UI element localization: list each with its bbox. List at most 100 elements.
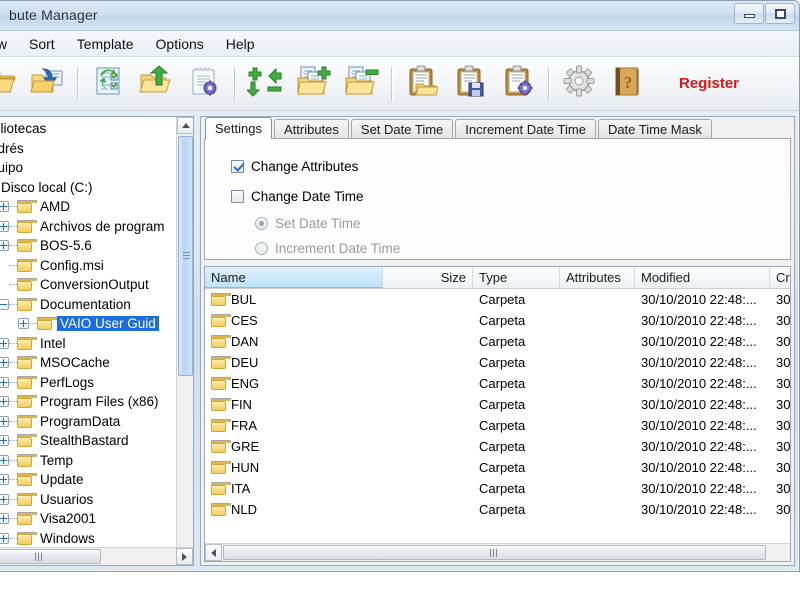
tree-item-usuarios[interactable]: Usuarios — [0, 490, 193, 510]
change-attributes-checkbox[interactable] — [231, 159, 244, 173]
menu-item-help[interactable]: Help — [215, 33, 266, 55]
tree-item-bibliotecas[interactable]: Bibliotecas — [0, 119, 193, 139]
column-header-created[interactable]: Created — [770, 267, 790, 288]
refresh-list-button[interactable] — [84, 61, 132, 107]
tree-scroll-thumb[interactable] — [178, 136, 193, 376]
tree-scroll-up-button[interactable] — [177, 117, 193, 134]
collapse-icon[interactable] — [0, 298, 9, 310]
column-header-attributes[interactable]: Attributes — [560, 267, 635, 288]
tab-increment-date-time[interactable]: Increment Date Time — [455, 119, 596, 139]
tree-item-equipo[interactable]: Equipo — [0, 158, 193, 178]
table-row[interactable]: NLD Carpeta 30/10/2010 22:48:... 30/10/2 — [205, 499, 790, 520]
table-row[interactable]: GRE Carpeta 30/10/2010 22:48:... 30/10/2 — [205, 436, 790, 457]
increment-date-time-radio[interactable] — [255, 242, 268, 255]
remove-files-button[interactable] — [337, 61, 385, 107]
help-button[interactable]: ? — [603, 61, 651, 107]
tree-hscroll-thumb[interactable] — [0, 549, 101, 564]
tree-hscroll-right-button[interactable] — [176, 548, 193, 565]
tree-item-perflogs[interactable]: PerfLogs — [0, 373, 193, 393]
register-link[interactable]: Register — [679, 75, 739, 92]
change-date-time-checkbox-row[interactable]: Change Date Time — [231, 181, 790, 211]
column-header-size[interactable]: Size — [383, 267, 473, 288]
new-template-button[interactable] — [398, 61, 446, 107]
table-row[interactable]: FRA Carpeta 30/10/2010 22:48:... 30/10/2 — [205, 415, 790, 436]
tree-item-config-msi[interactable]: Config.msi — [0, 256, 193, 276]
maximize-button[interactable] — [765, 3, 795, 24]
menu-item-iew[interactable]: iew — [0, 33, 18, 55]
tree-item-stealthbastard[interactable]: StealthBastard — [0, 431, 193, 451]
list-hscroll-left-button[interactable] — [205, 544, 222, 561]
tree-item-andr-s[interactable]: Andrés — [0, 139, 193, 159]
change-attributes-checkbox-row[interactable]: Change Attributes — [231, 151, 790, 181]
expand-icon[interactable] — [0, 435, 9, 447]
log-settings-button[interactable] — [180, 61, 228, 107]
table-row[interactable]: BUL Carpeta 30/10/2010 22:48:... 30/10/2 — [205, 289, 790, 310]
tree-item-intel[interactable]: Intel — [0, 334, 193, 354]
file-list-body[interactable]: BULCarpeta30/10/2010 22:48:...30/10/2CES… — [205, 289, 790, 543]
select-invert-button[interactable] — [241, 61, 289, 107]
table-row[interactable]: DEU Carpeta 30/10/2010 22:48:... 30/10/2 — [205, 352, 790, 373]
tree-item-visa2001[interactable]: Visa2001 — [0, 509, 193, 529]
folder-tree[interactable]: Bibliotecas Andrés Equipo Disco local (C:) A… — [0, 117, 193, 547]
tree-item-documentation[interactable]: Documentation — [0, 295, 193, 315]
save-template-button[interactable] — [446, 61, 494, 107]
apply-attributes-button[interactable] — [0, 61, 23, 107]
minimize-button[interactable] — [734, 3, 764, 24]
tree-item-update[interactable]: Update — [0, 470, 193, 490]
set-date-time-radio-row[interactable]: Set Date Time — [231, 211, 790, 236]
expand-icon[interactable] — [0, 532, 9, 544]
table-row[interactable]: ENG Carpeta 30/10/2010 22:48:... 30/10/2 — [205, 373, 790, 394]
file-list-horizontal-scrollbar[interactable] — [205, 543, 790, 561]
tab-date-time-mask[interactable]: Date Time Mask — [597, 119, 712, 139]
tab-settings[interactable]: Settings — [205, 117, 272, 139]
change-date-time-checkbox[interactable] — [231, 189, 244, 203]
tab-set-date-time[interactable]: Set Date Time — [350, 119, 454, 139]
tree-item-disco-local-c[interactable]: Disco local (C:) — [0, 178, 193, 198]
tree-horizontal-scrollbar[interactable] — [0, 547, 193, 565]
table-row[interactable]: DAN Carpeta 30/10/2010 22:48:... 30/10/2 — [205, 331, 790, 352]
tree-vertical-scrollbar[interactable] — [176, 117, 193, 565]
expand-icon[interactable] — [0, 454, 9, 466]
column-header-name[interactable]: Name — [205, 267, 383, 288]
expand-icon[interactable] — [18, 318, 29, 330]
load-folder-button[interactable] — [23, 61, 71, 107]
tree-item-amd[interactable]: AMD — [0, 197, 193, 217]
tree-item-windows[interactable]: Windows — [0, 529, 193, 548]
expand-icon[interactable] — [0, 415, 9, 427]
column-header-modified[interactable]: Modified — [635, 267, 770, 288]
table-row[interactable]: ITA Carpeta 30/10/2010 22:48:... 30/10/2 — [205, 478, 790, 499]
expand-icon[interactable] — [0, 220, 9, 232]
expand-icon[interactable] — [0, 357, 9, 369]
expand-icon[interactable] — [0, 240, 9, 252]
menu-item-sort[interactable]: Sort — [18, 33, 66, 55]
column-header-type[interactable]: Type — [473, 267, 560, 288]
set-date-time-radio[interactable] — [255, 217, 268, 230]
table-row[interactable]: FIN Carpeta 30/10/2010 22:48:... 30/10/2 — [205, 394, 790, 415]
tree-item-bos-5-6[interactable]: BOS-5.6 — [0, 236, 193, 256]
tree-item-program-files-x86[interactable]: Program Files (x86) — [0, 392, 193, 412]
menu-item-options[interactable]: Options — [145, 33, 215, 55]
tab-attributes[interactable]: Attributes — [273, 119, 349, 139]
add-files-button[interactable] — [289, 61, 337, 107]
table-row[interactable]: CES Carpeta 30/10/2010 22:48:... 30/10/2 — [205, 310, 790, 331]
expand-icon[interactable] — [0, 493, 9, 505]
tree-item-msocache[interactable]: MSOCache — [0, 353, 193, 373]
expand-icon[interactable] — [0, 376, 9, 388]
tree-item-conversionoutput[interactable]: ConversionOutput — [0, 275, 193, 295]
tree-item-vaio-user-guid[interactable]: VAIO User Guid — [0, 314, 193, 334]
expand-icon[interactable] — [0, 337, 9, 349]
tree-item-archivos-de-program[interactable]: Archivos de program — [0, 217, 193, 237]
table-row[interactable]: HUN Carpeta 30/10/2010 22:48:... 30/10/2 — [205, 457, 790, 478]
expand-icon[interactable] — [0, 474, 9, 486]
tree-item-temp[interactable]: Temp — [0, 451, 193, 471]
menu-item-template[interactable]: Template — [66, 33, 145, 55]
expand-icon[interactable] — [0, 201, 9, 213]
tree-item-programdata[interactable]: ProgramData — [0, 412, 193, 432]
open-folder-button[interactable] — [132, 61, 180, 107]
preferences-button[interactable] — [555, 61, 603, 107]
list-hscroll-thumb[interactable] — [223, 545, 766, 560]
expand-icon[interactable] — [0, 513, 9, 525]
expand-icon[interactable] — [0, 396, 9, 408]
template-options-button[interactable] — [494, 61, 542, 107]
increment-date-time-radio-row[interactable]: Increment Date Time — [231, 236, 790, 261]
